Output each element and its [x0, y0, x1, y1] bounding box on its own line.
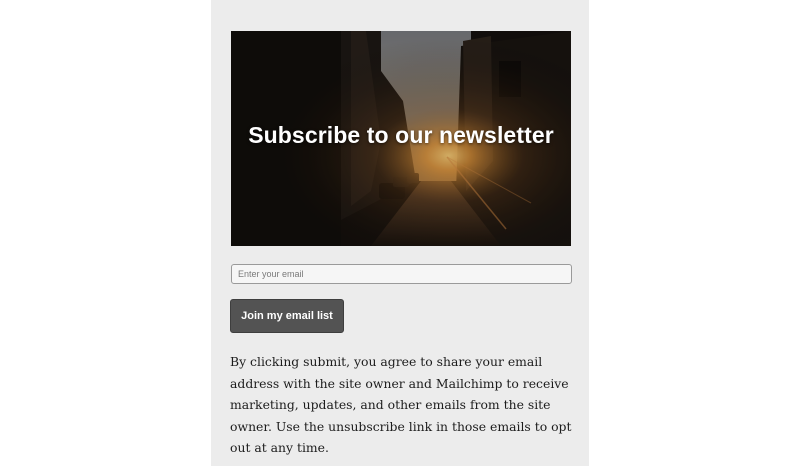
email-input[interactable] [231, 264, 572, 284]
hero-banner: Subscribe to our newsletter [231, 31, 571, 246]
newsletter-title: Subscribe to our newsletter [248, 122, 554, 148]
newsletter-signup-panel: Subscribe to our newsletter Join my emai… [211, 0, 589, 466]
consent-disclaimer-text: By clicking submit, you agree to share y… [230, 354, 572, 455]
join-email-list-button[interactable]: Join my email list [230, 299, 344, 333]
